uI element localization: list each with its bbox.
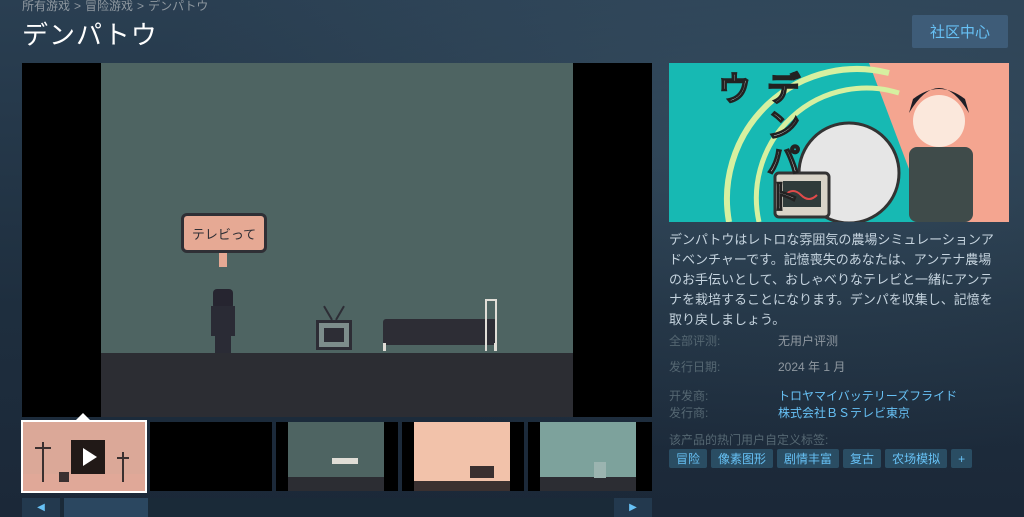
character-legs	[215, 335, 231, 353]
publisher-label: 发行商:	[669, 406, 709, 420]
thumbnail-screenshot[interactable]	[402, 422, 524, 491]
thumb-scene	[414, 422, 510, 491]
thumb-building	[594, 462, 606, 478]
community-hub-button[interactable]: 社区中心	[912, 15, 1008, 48]
thumbnail-screenshot[interactable]	[528, 422, 652, 491]
thumb-floor	[540, 477, 636, 491]
breadcrumb-link-all-games[interactable]: 所有游戏	[22, 0, 70, 13]
character-body	[211, 306, 235, 336]
release-date-label: 发行日期:	[669, 360, 721, 374]
game-description: デンパトウはレトロな雰囲気の農場シミュレーションアドベンチャーです。記憶喪失のあ…	[669, 232, 994, 327]
reviews-label: 全部评测:	[669, 334, 721, 348]
bed-sprite	[383, 319, 497, 345]
bed-legs	[383, 343, 497, 351]
game-screenshot: テレビって	[101, 63, 573, 417]
publisher-link[interactable]: 株式会社ＢＳテレビ東京	[778, 404, 910, 421]
tag-farming-sim[interactable]: 农场模拟	[885, 449, 948, 468]
thumbnail-strip	[21, 413, 652, 493]
breadcrumb-separator: >	[74, 0, 82, 13]
developer-link[interactable]: トロヤマイバッテリーズフライド	[778, 387, 957, 404]
tv-sprite	[316, 320, 352, 350]
character-head	[213, 289, 233, 307]
scroll-handle[interactable]	[64, 498, 148, 517]
thumb-truck	[470, 466, 494, 478]
tv-antenna	[323, 305, 333, 321]
tag-story-rich[interactable]: 剧情丰富	[777, 449, 840, 468]
release-date-value: 2024 年 1 月	[778, 360, 846, 374]
play-icon[interactable]	[71, 440, 105, 474]
breadcrumb-link-game[interactable]: デンパトウ	[148, 0, 208, 13]
tags-label: 该产品的热门用户自定义标签:	[669, 433, 829, 447]
thumbnail-video[interactable]	[21, 420, 147, 493]
capsule-logo: デンパトウ	[711, 70, 800, 216]
scroll-left-arrow-icon[interactable]: ◀	[22, 498, 60, 517]
thumb-floor	[288, 477, 384, 491]
speech-bubble: テレビって	[181, 213, 267, 253]
developer-label: 开发商:	[669, 389, 709, 403]
scroll-right-arrow-icon[interactable]: ▶	[614, 498, 652, 517]
thumb-floor	[414, 481, 510, 491]
thumb-scene	[540, 422, 636, 491]
add-tag-button[interactable]: +	[951, 449, 973, 468]
active-thumb-pointer	[74, 413, 92, 422]
tv-screen	[324, 328, 344, 342]
tag-retro[interactable]: 复古	[843, 449, 882, 468]
tag-pixel-graphics[interactable]: 像素图形	[711, 449, 774, 468]
reviews-value: 无用户评测	[778, 334, 839, 348]
speech-bubble-tail	[219, 253, 227, 267]
breadcrumb-separator: >	[137, 0, 145, 13]
thumbnail-scrollbar[interactable]: ◀ ▶	[22, 498, 652, 517]
scene-floor	[101, 353, 573, 417]
thumbnail-screenshot[interactable]	[150, 422, 272, 491]
thumb-scene	[288, 422, 384, 491]
tag-adventure[interactable]: 冒险	[669, 449, 708, 468]
main-media-viewer[interactable]: テレビって	[22, 63, 652, 417]
breadcrumb: 所有游戏 > 冒险游戏 > デンパトウ	[22, 0, 208, 14]
thumbnail-screenshot[interactable]	[276, 422, 398, 491]
tv-antenna	[335, 305, 345, 321]
breadcrumb-link-adventure[interactable]: 冒险游戏	[85, 0, 133, 13]
thumb-sign	[332, 458, 358, 464]
page-title: デンパトウ	[22, 20, 158, 50]
header-capsule-image: デンパトウ	[669, 63, 1009, 222]
tags-list: 冒险 像素图形 剧情丰富 复古 农场模拟 +	[669, 449, 973, 468]
